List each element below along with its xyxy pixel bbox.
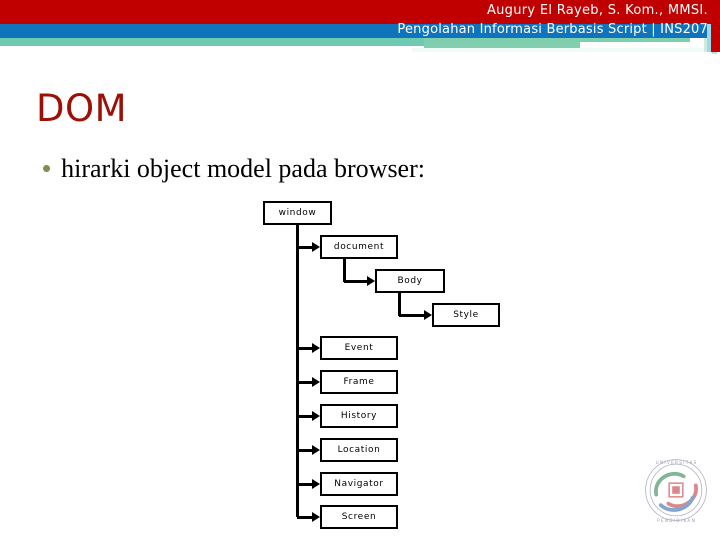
dom-hierarchy-diagram: window document Body Style Event Frame History…: [0, 0, 720, 540]
diagram-node-frame: Frame: [320, 370, 398, 394]
arrowhead-event: [312, 343, 320, 353]
diagram-node-style: Style: [432, 303, 500, 327]
connector-document-to-body: [344, 280, 369, 283]
diagram-node-screen: Screen: [320, 505, 398, 529]
svg-text:U N I V E R S I T A S: U N I V E R S I T A S: [656, 460, 697, 465]
connector-body-to-style: [399, 314, 426, 317]
arrowhead-frame: [312, 377, 320, 387]
connector-window-trunk: [296, 225, 299, 517]
arrowhead-document: [312, 242, 320, 252]
diagram-node-document: document: [320, 235, 398, 259]
arrowhead-history: [312, 411, 320, 421]
diagram-node-window: window: [263, 201, 332, 225]
arrowhead-style: [424, 310, 432, 320]
connector-body-down: [398, 293, 401, 316]
diagram-node-location: Location: [320, 438, 398, 462]
diagram-node-history: History: [320, 404, 398, 428]
connector-document-down: [343, 259, 346, 282]
university-emblem-watermark-icon: U N I V E R S I T A S P E N D I D I K A …: [638, 452, 714, 528]
slide-canvas: Augury El Rayeb, S. Kom., MMSI. Pengolah…: [0, 0, 720, 540]
arrowhead-location: [312, 445, 320, 455]
arrowhead-screen: [312, 512, 320, 522]
diagram-node-navigator: Navigator: [320, 472, 398, 496]
svg-text:P E N D I D I K A N: P E N D I D I K A N: [657, 518, 695, 523]
arrowhead-body: [367, 276, 375, 286]
arrowhead-navigator: [312, 479, 320, 489]
diagram-node-body: Body: [375, 269, 445, 293]
diagram-node-event: Event: [320, 336, 398, 360]
